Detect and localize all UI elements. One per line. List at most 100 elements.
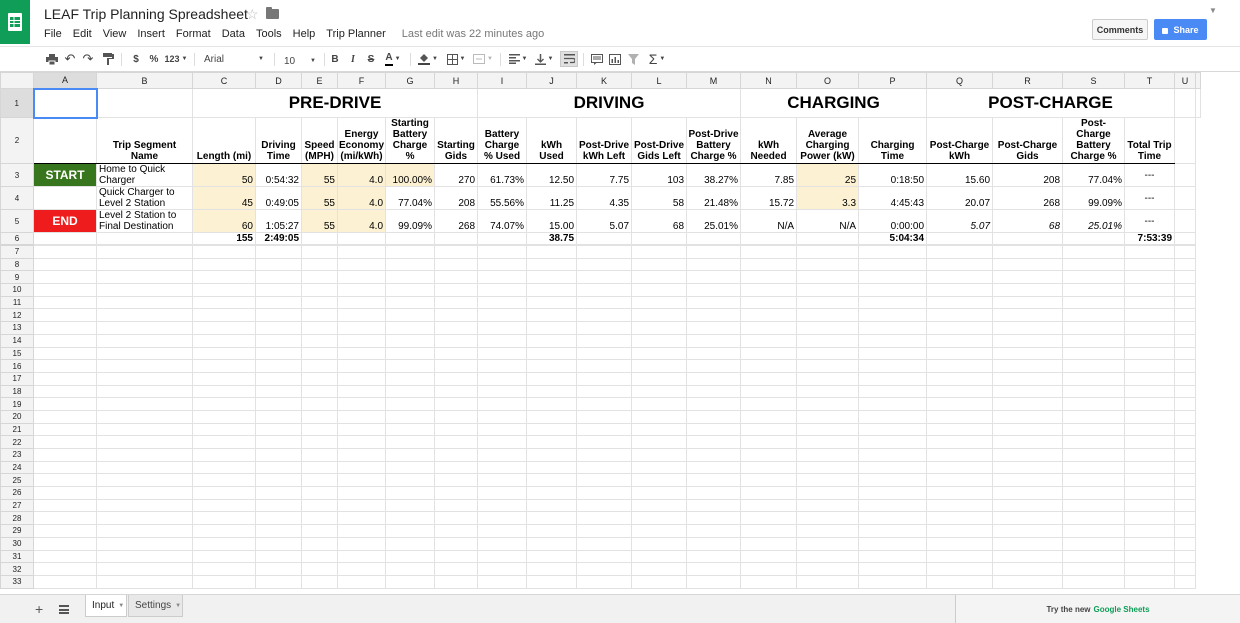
total-length[interactable]: 155 [192, 232, 256, 245]
cell[interactable] [1062, 549, 1125, 564]
cell[interactable] [686, 232, 742, 245]
cell[interactable] [434, 295, 478, 310]
cell[interactable] [434, 308, 478, 323]
cell[interactable] [255, 473, 302, 488]
cell[interactable] [526, 397, 577, 411]
percent-format-button[interactable]: % [147, 51, 161, 67]
cell[interactable] [926, 270, 993, 285]
cell-post-kwh[interactable]: 4.35 [576, 186, 633, 210]
cell[interactable] [992, 460, 1063, 475]
cell[interactable] [255, 270, 302, 285]
cell[interactable] [434, 333, 478, 348]
cell[interactable] [1062, 346, 1125, 361]
cell[interactable] [337, 257, 386, 272]
vertical-align-button[interactable]: ▼ [533, 51, 555, 67]
fill-color-button[interactable]: ▼ [416, 51, 440, 67]
cell[interactable] [301, 574, 338, 589]
cell[interactable] [1174, 409, 1196, 424]
cell[interactable] [96, 486, 193, 500]
cell[interactable] [992, 270, 1063, 285]
cell[interactable] [926, 460, 993, 475]
column-header[interactable]: B [96, 72, 193, 89]
cell-pc-pct[interactable]: 77.04% [1062, 163, 1126, 187]
cell[interactable] [526, 448, 577, 462]
cell[interactable] [686, 524, 741, 538]
cell-kwh-needed[interactable]: N/A [740, 209, 798, 233]
cell[interactable] [33, 346, 97, 361]
cell[interactable] [192, 460, 256, 475]
last-edit-status[interactable]: Last edit was 22 minutes ago [402, 28, 544, 40]
cell[interactable] [255, 524, 302, 538]
cell[interactable] [301, 232, 338, 245]
cell[interactable] [337, 435, 386, 449]
cell[interactable] [477, 536, 527, 551]
cell[interactable] [255, 283, 302, 297]
cell[interactable] [992, 384, 1063, 399]
cell[interactable] [796, 283, 859, 297]
cell[interactable] [1124, 549, 1175, 564]
cell[interactable] [686, 283, 741, 297]
cell[interactable] [255, 486, 302, 500]
cell[interactable] [576, 473, 632, 488]
cell-post-gids[interactable]: 103 [631, 163, 688, 187]
cell[interactable] [796, 473, 859, 488]
cell[interactable] [631, 283, 687, 297]
cell-charge-used[interactable]: 61.73% [477, 163, 528, 187]
cell[interactable] [992, 473, 1063, 488]
cell[interactable] [631, 498, 687, 513]
cell[interactable] [33, 232, 97, 245]
total-driving-time[interactable]: 2:49:05 [255, 232, 302, 245]
row-header[interactable]: 24 [0, 460, 34, 475]
cell[interactable] [255, 295, 302, 310]
cell[interactable] [434, 397, 478, 411]
cell[interactable] [926, 409, 993, 424]
cell[interactable] [337, 498, 386, 513]
cell[interactable] [96, 283, 193, 297]
segment-name[interactable]: Quick Charger to Level 2 Station [96, 186, 193, 210]
cell[interactable] [740, 524, 797, 538]
cell[interactable] [926, 295, 993, 310]
cell[interactable] [33, 333, 97, 348]
row-header[interactable]: 30 [0, 536, 34, 551]
cell[interactable] [740, 321, 797, 335]
cell[interactable] [1174, 209, 1197, 233]
cell[interactable] [926, 283, 993, 297]
cell[interactable] [1062, 409, 1125, 424]
cell[interactable] [992, 295, 1063, 310]
cell[interactable] [1124, 524, 1175, 538]
cell[interactable] [337, 321, 386, 335]
cell-economy[interactable]: 4.0 [336, 186, 387, 210]
cell[interactable] [796, 295, 859, 310]
cell[interactable] [385, 245, 435, 259]
cell[interactable] [992, 346, 1063, 361]
cell[interactable] [576, 511, 632, 526]
total-trip-time[interactable]: 7:53:39 [1124, 232, 1176, 245]
cell[interactable] [434, 283, 478, 297]
horizontal-align-button[interactable]: ▼ [507, 51, 529, 67]
add-sheet-icon[interactable]: + [35, 601, 43, 617]
cell[interactable] [1124, 346, 1175, 361]
cell[interactable] [1124, 384, 1175, 399]
cell[interactable] [1062, 473, 1125, 488]
row-header[interactable]: 3 [0, 163, 34, 187]
cell[interactable] [576, 321, 632, 335]
cell[interactable] [434, 448, 478, 462]
cell[interactable] [477, 422, 527, 437]
merge-cells-button[interactable]: ▼ [471, 51, 495, 67]
menu-format[interactable]: Format [176, 28, 211, 40]
cell[interactable] [526, 308, 577, 323]
cell[interactable] [992, 574, 1063, 589]
cell[interactable] [631, 524, 687, 538]
cell[interactable] [686, 473, 741, 488]
cell[interactable] [1174, 295, 1196, 310]
cell[interactable] [576, 232, 633, 245]
cell[interactable] [992, 536, 1063, 551]
cell[interactable] [1124, 536, 1175, 551]
cell[interactable] [796, 562, 859, 576]
menu-tools[interactable]: Tools [256, 28, 282, 40]
cell[interactable] [740, 333, 797, 348]
cell[interactable] [301, 486, 338, 500]
promo-link[interactable]: Google Sheets [1094, 605, 1150, 614]
cell[interactable] [992, 511, 1063, 526]
cell[interactable] [434, 562, 478, 576]
